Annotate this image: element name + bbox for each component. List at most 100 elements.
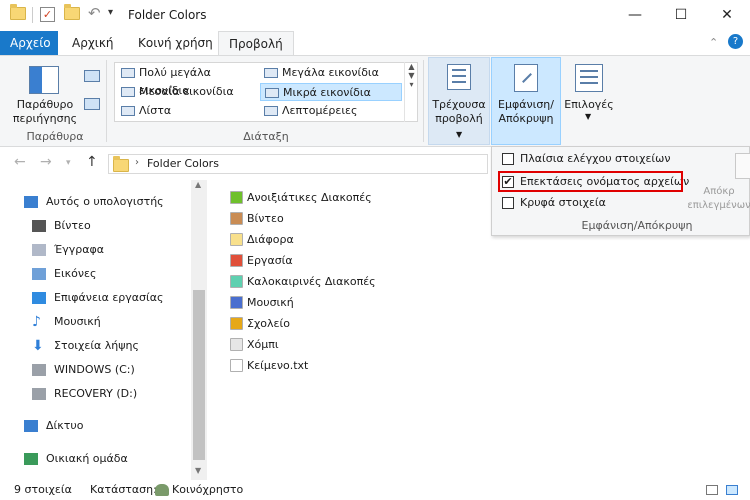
status-bar: 9 στοιχεία Κατάσταση: Κοινόχρηστο — [0, 480, 750, 500]
help-icon[interactable]: ? — [728, 34, 743, 49]
list-item[interactable]: Διάφορα — [230, 229, 294, 250]
layout-medium-icons[interactable]: Μεσαία εικονίδια — [117, 83, 259, 101]
options-icon[interactable] — [575, 64, 603, 92]
navigation-pane-button[interactable]: Παράθυρο περιήγησης — [8, 98, 82, 126]
scroll-down-arrow[interactable]: ▼ — [195, 466, 201, 475]
tab-file[interactable]: Αρχείο — [0, 31, 58, 55]
state-value: Κοινόχρηστο — [172, 483, 244, 496]
details-view-icon[interactable] — [706, 485, 718, 495]
scroll-up-arrow[interactable]: ▲ — [195, 180, 201, 189]
nav-item-label: Μουσική — [54, 315, 101, 328]
nav-item[interactable]: Επιφάνεια εργασίας — [24, 288, 163, 308]
minimize-button[interactable]: — — [612, 0, 658, 30]
downloads-icon: ⬇ — [32, 338, 44, 354]
file-name: Μουσική — [247, 296, 294, 309]
show-hide-button[interactable]: Εμφάνιση/ Απόκρυψη — [491, 57, 561, 145]
tab-home[interactable]: Αρχική — [62, 31, 124, 55]
checkbox[interactable] — [502, 153, 514, 165]
new-folder-icon[interactable] — [64, 4, 80, 20]
file-name: Χόμπι — [247, 338, 279, 351]
layout-extra-large-icons[interactable]: Πολύ μεγάλα εικονίδια — [117, 64, 259, 97]
list-item[interactable]: Μουσική — [230, 292, 294, 313]
folder-icon — [230, 275, 243, 288]
folder-icon — [230, 212, 243, 225]
folder-icon — [230, 254, 243, 267]
layout-list[interactable]: Λίστα — [117, 102, 259, 120]
layout-details[interactable]: Λεπτομέρειες — [260, 102, 402, 120]
nav-item[interactable]: WINDOWS (C:) — [24, 360, 135, 380]
navigation-pane-icon[interactable] — [29, 66, 59, 94]
network-icon — [24, 420, 38, 432]
chevron-up-icon[interactable]: ⌃ — [709, 36, 718, 49]
nav-item[interactable]: Οικιακή ομάδα — [16, 449, 128, 469]
chevron-down-icon[interactable]: ▾ — [108, 7, 113, 18]
layout-large-icons[interactable]: Μεγάλα εικονίδια — [260, 64, 402, 82]
tab-share[interactable]: Κοινή χρήση — [128, 31, 223, 55]
nav-scroll-thumb[interactable] — [193, 290, 205, 460]
nav-item-label: Εικόνες — [54, 267, 97, 280]
folder-icon — [230, 296, 243, 309]
desktop-icon — [32, 292, 46, 304]
layout-icon — [121, 68, 135, 78]
list-item[interactable]: Κείμενο.txt — [230, 355, 308, 376]
layout-gallery: Πολύ μεγάλα εικονίδια Μεγάλα εικονίδια Μ… — [114, 62, 418, 122]
list-item[interactable]: Ανοιξιάτικες Διακοπές — [230, 187, 372, 208]
file-name: Σχολείο — [247, 317, 290, 330]
large-icons-view-icon[interactable] — [726, 485, 738, 495]
nav-item[interactable]: Εικόνες — [24, 264, 96, 284]
nav-item[interactable]: ♪ Μουσική — [24, 312, 101, 332]
checkbox[interactable] — [502, 197, 514, 209]
chevron-down-icon[interactable]: ▼ — [585, 112, 591, 121]
address-input[interactable]: › Folder Colors — [108, 154, 488, 174]
file-name: Κείμενο.txt — [247, 359, 309, 372]
layout-icon — [121, 106, 135, 116]
folder-icon — [230, 191, 243, 204]
file-name: Διάφορα — [247, 233, 294, 246]
breadcrumb[interactable]: Folder Colors — [147, 157, 219, 170]
layout-scroll[interactable]: ▲ ▼ ▾ — [404, 62, 418, 122]
nav-item[interactable]: Δίκτυο — [16, 416, 83, 436]
ribbon-tabs: Αρχείο Αρχική Κοινή χρήση Προβολή ⌃ ? — [0, 31, 750, 56]
properties-icon[interactable]: ✓ — [40, 7, 55, 22]
hidden-items-option[interactable]: Κρυφά στοιχεία — [502, 194, 606, 212]
layout-small-icons[interactable]: Μικρά εικονίδια — [260, 83, 402, 101]
chevron-down-icon[interactable]: ▾ — [66, 158, 71, 168]
nav-item[interactable]: Αυτός ο υπολογιστής — [16, 192, 164, 212]
nav-item-label: Δίκτυο — [46, 419, 84, 432]
list-item[interactable]: Εργασία — [230, 250, 293, 271]
tab-view[interactable]: Προβολή — [218, 31, 294, 56]
list-item[interactable]: Βίντεο — [230, 208, 284, 229]
list-item[interactable]: Χόμπι — [230, 334, 279, 355]
back-arrow-icon[interactable]: ← — [14, 154, 26, 170]
details-pane-icon[interactable] — [84, 98, 100, 110]
hide-selected-button: Απόκρ επιλεγμένων — [687, 186, 750, 211]
maximize-button[interactable]: ☐ — [658, 0, 704, 30]
up-arrow-icon[interactable]: ↑ — [86, 154, 98, 170]
nav-item[interactable]: Βίντεο — [24, 216, 91, 236]
layout-icon — [264, 106, 278, 116]
divider — [32, 7, 33, 23]
text-file-icon — [230, 359, 243, 372]
nav-item[interactable]: RECOVERY (D:) — [24, 384, 137, 404]
list-item[interactable]: Σχολείο — [230, 313, 290, 334]
list-item[interactable]: Καλοκαιρινές Διακοπές — [230, 271, 376, 292]
documents-icon — [32, 244, 46, 256]
highlight-box — [498, 171, 683, 192]
nav-item-label: Επιφάνεια εργασίας — [54, 291, 164, 304]
forward-arrow-icon[interactable]: → — [40, 154, 52, 170]
show-hide-group-label: Εμφάνιση/Απόκρυψη — [581, 219, 693, 232]
item-checkboxes-option[interactable]: Πλαίσια ελέγχου στοιχείων — [502, 150, 670, 168]
video-icon — [32, 220, 46, 232]
chevron-down-icon: ▼ — [456, 130, 463, 139]
folder-icon — [113, 156, 129, 172]
current-view-button[interactable]: Τρέχουσα προβολή ▼ — [428, 57, 490, 145]
options-button[interactable]: Επιλογές — [562, 98, 616, 112]
undo-icon[interactable]: ↶ — [88, 4, 101, 22]
nav-item[interactable]: Έγγραφα — [24, 240, 104, 260]
close-button[interactable]: ✕ — [704, 0, 750, 30]
folder-icon — [230, 338, 243, 351]
preview-pane-icon[interactable] — [84, 70, 100, 82]
nav-item[interactable]: ⬇ Στοιχεία λήψης — [24, 336, 139, 356]
hide-selected-icon — [735, 153, 750, 179]
homegroup-icon — [24, 453, 38, 465]
